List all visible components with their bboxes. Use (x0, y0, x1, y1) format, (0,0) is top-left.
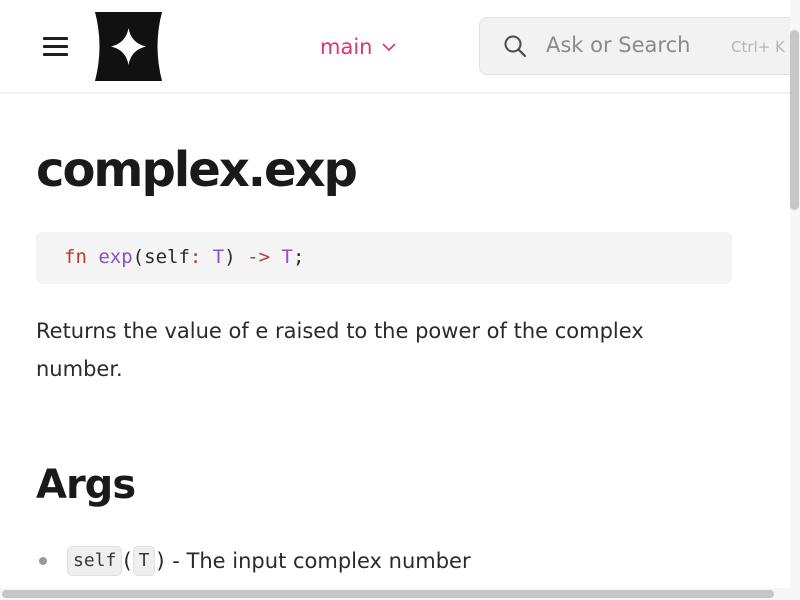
branch-selector[interactable]: main (320, 33, 397, 61)
args-heading: Args (36, 462, 136, 508)
chevron-down-icon (382, 43, 397, 52)
arg-name-code: self (67, 546, 123, 576)
code-param-type: T (212, 246, 225, 268)
description-text: Returns the value of e raised to the pow… (36, 319, 644, 381)
arg-description: - The input complex number (172, 549, 471, 573)
code-semicolon: ; (292, 246, 305, 268)
main-content: complex.exp fn exp(self: T) -> T; Return… (0, 96, 790, 588)
four-point-star-logo-icon[interactable] (93, 12, 164, 81)
search-shortcut-hint: Ctrl+ K (731, 38, 785, 56)
top-header: main Ask or Search Ctrl+ K (0, 0, 800, 94)
bullet-dot (39, 557, 47, 565)
code-colon: : (189, 246, 202, 268)
code-paren: ( (132, 246, 145, 268)
hamburger-menu-icon[interactable] (43, 36, 68, 56)
page-title: complex.exp (36, 142, 358, 198)
code-function-name: exp (98, 246, 133, 268)
vertical-scrollbar-thumb[interactable] (790, 30, 799, 210)
code-paren: ) (224, 246, 236, 268)
signature-line: fn exp(self: T) -> T; (64, 245, 304, 269)
menu-line (43, 37, 68, 40)
search-placeholder: Ask or Search (546, 33, 691, 57)
code-return-type: T (281, 246, 293, 268)
search-icon (504, 35, 527, 58)
list-item: self(T) - The input complex number (36, 542, 736, 580)
code-arrow: -> (247, 246, 271, 268)
menu-line (43, 45, 68, 48)
arg-open-paren: ( (123, 549, 132, 573)
horizontal-scrollbar-thumb[interactable] (2, 590, 774, 598)
arg-close-paren: ) (156, 549, 165, 573)
branch-label: main (320, 35, 373, 59)
menu-line (43, 53, 68, 56)
code-keyword: fn (64, 246, 87, 268)
args-list: self(T) - The input complex number (36, 542, 736, 580)
code-param: self (144, 246, 190, 268)
arg-type-code: T (132, 546, 156, 576)
signature-code-block: fn exp(self: T) -> T; (36, 232, 732, 284)
search-bar[interactable]: Ask or Search Ctrl+ K (479, 17, 800, 75)
